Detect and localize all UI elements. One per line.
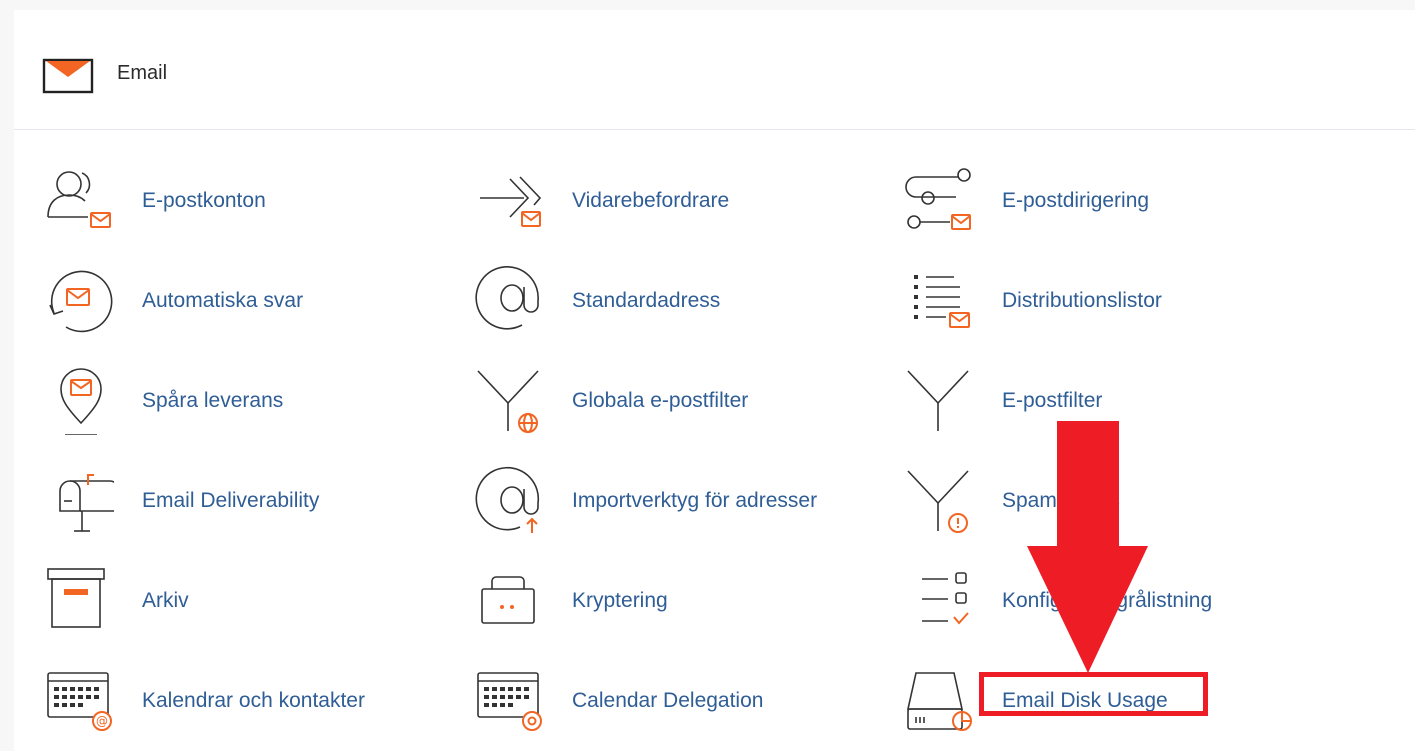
item-label[interactable]: Vidarebefordrare xyxy=(572,189,729,213)
item-global-filters[interactable]: Globala e-postfilter xyxy=(474,365,894,445)
mailing-lists-icon xyxy=(914,275,970,328)
item-label[interactable]: Standardadress xyxy=(572,289,720,313)
global-filters-icon xyxy=(477,370,539,433)
highlight-box xyxy=(979,672,1208,716)
autoresponders-icon xyxy=(49,270,113,333)
item-label[interactable]: E-postfilter xyxy=(1002,389,1102,413)
item-label[interactable]: Globala e-postfilter xyxy=(572,389,748,413)
svg-text:@: @ xyxy=(96,714,108,728)
item-label[interactable]: Arkiv xyxy=(142,589,189,613)
track-delivery-icon xyxy=(60,368,102,435)
item-label[interactable]: Kryptering xyxy=(572,589,668,613)
email-accounts-icon xyxy=(47,171,111,228)
item-email-filters[interactable]: E-postfilter xyxy=(904,365,1324,445)
envelope-icon xyxy=(42,58,94,94)
item-email-accounts[interactable]: E-postkonton xyxy=(44,165,464,245)
item-label[interactable]: Kalendrar och kontakter xyxy=(142,689,365,713)
forwarders-icon xyxy=(480,176,542,227)
item-track-delivery[interactable]: Spåra leverans xyxy=(44,365,464,445)
mailbox-icon xyxy=(59,474,114,532)
item-label[interactable]: Spåra leverans xyxy=(142,389,283,413)
email-filters-icon xyxy=(907,370,969,431)
greylisting-icon xyxy=(922,572,969,625)
item-archive[interactable]: Arkiv xyxy=(44,565,464,645)
item-spam-filters[interactable]: Spam Filters xyxy=(904,465,1324,545)
item-forwarders[interactable]: Vidarebefordrare xyxy=(474,165,894,245)
section-title: Email xyxy=(117,62,168,84)
item-greylisting[interactable]: Konfigurera grålistning xyxy=(904,565,1324,645)
item-label[interactable]: Email Deliverability xyxy=(142,489,319,513)
email-routing-icon xyxy=(905,168,971,230)
item-label[interactable]: E-postdirigering xyxy=(1002,189,1149,213)
item-label[interactable]: E-postkonton xyxy=(142,189,266,213)
calendar-delegation-icon xyxy=(477,672,542,731)
item-encryption[interactable]: Kryptering xyxy=(474,565,894,645)
address-importer-icon xyxy=(475,466,540,533)
calendars-contacts-icon: @ xyxy=(47,672,112,731)
item-label[interactable]: Distributionslistor xyxy=(1002,289,1162,313)
encryption-icon xyxy=(481,576,535,624)
default-address-icon xyxy=(475,266,539,330)
item-mailing-lists[interactable]: Distributionslistor xyxy=(904,265,1324,345)
email-panel: Email E-postkonton Vidarebefordrare E-po… xyxy=(14,10,1415,751)
item-label[interactable]: Spam Filters xyxy=(1002,489,1120,513)
item-address-importer[interactable]: Importverktyg för adresser xyxy=(474,465,894,545)
item-autoresponders[interactable]: Automatiska svar xyxy=(44,265,464,345)
item-email-deliverability[interactable]: Email Deliverability xyxy=(44,465,464,545)
spam-filters-icon xyxy=(907,470,969,533)
item-label[interactable]: Importverktyg för adresser xyxy=(572,489,817,513)
item-email-routing[interactable]: E-postdirigering xyxy=(904,165,1324,245)
item-label[interactable]: Automatiska svar xyxy=(142,289,303,313)
item-default-address[interactable]: Standardadress xyxy=(474,265,894,345)
item-label[interactable]: Konfigurera grålistning xyxy=(1002,589,1212,613)
panel-header[interactable]: Email xyxy=(14,10,1415,130)
disk-usage-icon xyxy=(907,672,972,731)
item-label[interactable]: Calendar Delegation xyxy=(572,689,763,713)
item-calendars-contacts[interactable]: @ Kalendrar och kontakter xyxy=(44,665,464,745)
archive-icon xyxy=(47,568,105,628)
item-calendar-delegation[interactable]: Calendar Delegation xyxy=(474,665,894,745)
